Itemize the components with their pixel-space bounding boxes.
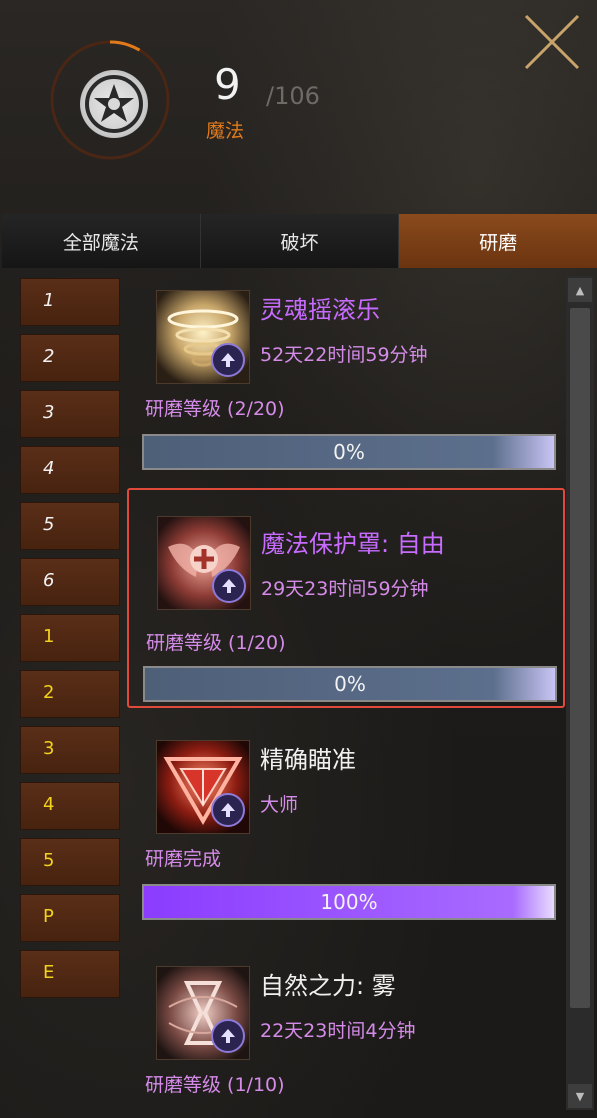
- progress-text: 100%: [320, 890, 378, 914]
- grind-level: 研磨等级 (2/20): [145, 398, 285, 420]
- magic-shield-icon: [157, 516, 251, 610]
- level-item[interactable]: 5: [20, 502, 120, 550]
- level-item[interactable]: 1: [20, 614, 120, 662]
- spell-card[interactable]: 自然之力: 雾 22天23时间4分钟 研磨等级 (1/10): [130, 956, 562, 1116]
- level-item[interactable]: 1: [20, 278, 120, 326]
- magic-emblem-icon: [80, 70, 148, 138]
- tab-destruction[interactable]: 破坏: [200, 214, 400, 268]
- spell-time: 52天22时间59分钟: [260, 344, 428, 366]
- level-item[interactable]: 4: [20, 446, 120, 494]
- spell-time: 22天23时间4分钟: [260, 1020, 416, 1042]
- spell-card[interactable]: 灵魂摇滚乐 52天22时间59分钟 研磨等级 (2/20) 0%: [130, 280, 562, 480]
- tab-all-magic[interactable]: 全部魔法: [2, 214, 201, 268]
- spell-name: 精确瞄准: [260, 746, 356, 774]
- level-list: 1 2 3 4 5 6 1 2 3 4 5 P E: [20, 278, 120, 1006]
- grind-progress-bar: 100%: [142, 884, 556, 920]
- spell-name: 魔法保护罩: 自由: [261, 530, 445, 558]
- level-item[interactable]: 3: [20, 726, 120, 774]
- level-item[interactable]: 5: [20, 838, 120, 886]
- close-button[interactable]: [522, 12, 582, 72]
- spell-card[interactable]: 精确瞄准 大师 研磨完成 100%: [130, 730, 562, 930]
- level-item[interactable]: E: [20, 950, 120, 998]
- tab-grinding[interactable]: 研磨: [399, 214, 597, 268]
- level-item[interactable]: P: [20, 894, 120, 942]
- grind-level: 研磨等级 (1/10): [145, 1074, 285, 1096]
- upgrade-arrow-icon: [211, 793, 245, 827]
- scroll-up-button[interactable]: ▲: [568, 278, 592, 302]
- spell-rank: 大师: [260, 794, 299, 816]
- grind-progress-bar: 0%: [143, 666, 557, 702]
- upgrade-arrow-icon: [211, 1019, 245, 1053]
- level-item[interactable]: 3: [20, 390, 120, 438]
- scrollbar[interactable]: ▲ ▼: [566, 276, 594, 1110]
- spell-name: 灵魂摇滚乐: [260, 296, 380, 324]
- level-item[interactable]: 2: [20, 670, 120, 718]
- grind-progress-bar: 0%: [142, 434, 556, 470]
- level-item[interactable]: 4: [20, 782, 120, 830]
- scroll-thumb[interactable]: [570, 308, 590, 1008]
- upgrade-arrow-icon: [212, 569, 246, 603]
- category-tabs: 全部魔法 破坏 研磨: [2, 214, 597, 268]
- level-item[interactable]: 6: [20, 558, 120, 606]
- close-icon: [524, 14, 580, 70]
- soul-rock-icon: [156, 290, 250, 384]
- precise-aim-icon: [156, 740, 250, 834]
- upgrade-arrow-icon: [211, 343, 245, 377]
- nature-mist-icon: [156, 966, 250, 1060]
- grind-level: 研磨等级 (1/20): [146, 632, 286, 654]
- spell-time: 29天23时间59分钟: [261, 578, 429, 600]
- spell-card-selected[interactable]: 魔法保护罩: 自由 29天23时间59分钟 研磨等级 (1/20) 0%: [127, 488, 565, 708]
- level-item[interactable]: 2: [20, 334, 120, 382]
- spell-total: /106: [266, 82, 320, 110]
- progress-text: 0%: [333, 440, 365, 464]
- grind-status: 研磨完成: [145, 848, 222, 870]
- progress-text: 0%: [334, 672, 366, 696]
- spell-name: 自然之力: 雾: [260, 972, 396, 1000]
- spell-count: 9: [214, 60, 241, 109]
- spell-count-label: 魔法: [206, 120, 245, 142]
- scroll-down-button[interactable]: ▼: [568, 1084, 592, 1108]
